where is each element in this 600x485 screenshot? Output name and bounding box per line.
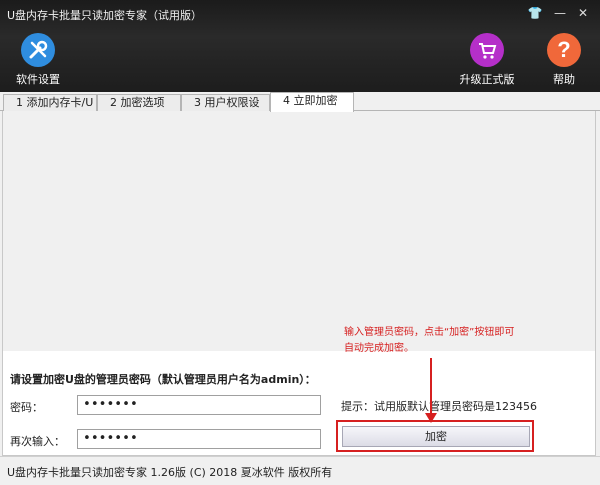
tab-user-permissions[interactable]: 3 用户权限设置 xyxy=(181,94,270,124)
close-button[interactable]: ✕ xyxy=(575,5,591,21)
status-bar: U盘内存卡批量只读加密专家 1.26版 (C) 2018 夏冰软件 版权所有 xyxy=(0,456,600,485)
annotation-text: 输入管理员密码，点击“加密”按钮即可 自动完成加密。 xyxy=(344,325,544,357)
upgrade-button[interactable]: 升级正式版 xyxy=(459,33,515,87)
encrypt-button[interactable]: 加密 xyxy=(342,426,530,447)
settings-button[interactable]: 软件设置 xyxy=(14,33,62,87)
title-bar: U盘内存卡批量只读加密专家（试用版） 👕 — ✕ 软件设置 升级正式版 ? 帮助 xyxy=(0,0,600,92)
minimize-button[interactable]: — xyxy=(552,5,568,21)
annotation-line-1: 输入管理员密码，点击“加密”按钮即可 xyxy=(344,327,515,338)
annotation-line-2: 自动完成加密。 xyxy=(344,343,414,354)
tools-icon xyxy=(21,33,55,67)
annotation-arrow-head-icon xyxy=(425,413,437,423)
content-area xyxy=(2,111,596,351)
question-icon: ? xyxy=(547,33,581,67)
upgrade-label: 升级正式版 xyxy=(459,73,515,86)
cart-icon xyxy=(470,33,504,67)
settings-label: 软件设置 xyxy=(16,73,60,86)
password-field[interactable]: ••••••• xyxy=(77,395,321,415)
window-title: U盘内存卡批量只读加密专家（试用版） xyxy=(7,9,203,22)
form-title: 请设置加密U盘的管理员密码（默认管理员用户名为admin）： xyxy=(10,373,316,386)
help-label: 帮助 xyxy=(553,73,575,86)
password-hint: 提示：试用版默认管理员密码是123456 xyxy=(341,400,537,413)
annotation-arrow-line xyxy=(430,358,432,415)
confirm-password-field[interactable]: ••••••• xyxy=(77,429,321,449)
help-button[interactable]: ? 帮助 xyxy=(542,33,586,87)
confirm-label: 再次输入： xyxy=(10,435,65,448)
skin-icon[interactable]: 👕 xyxy=(527,5,543,21)
tab-strip: 1 添加内存卡/U盘 2 加密选项 3 用户权限设置 4 立即加密 xyxy=(0,92,600,124)
password-label: 密码： xyxy=(10,401,43,414)
tab-encrypt-options[interactable]: 2 加密选项 xyxy=(97,94,181,111)
tab-add-card[interactable]: 1 添加内存卡/U盘 xyxy=(3,94,97,124)
copyright-text: U盘内存卡批量只读加密专家 1.26版 (C) 2018 夏冰软件 版权所有 xyxy=(7,466,333,479)
password-form: 请设置加密U盘的管理员密码（默认管理员用户名为admin）： 密码： •••••… xyxy=(2,351,596,456)
tab-encrypt-now[interactable]: 4 立即加密 xyxy=(270,92,354,112)
